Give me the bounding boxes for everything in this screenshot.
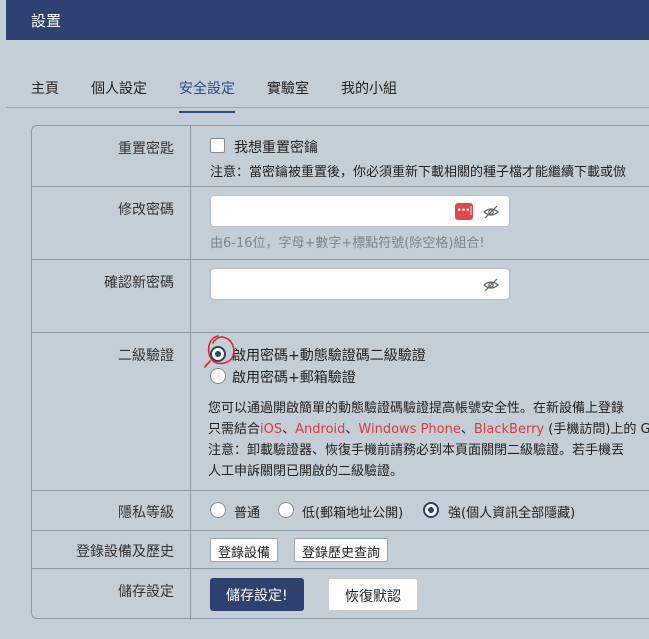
privacy-strong-radio[interactable] [423,502,439,518]
row-content-devices: 登錄設備 登錄歷史查詢 [208,531,649,568]
reset-key-note: 注意：當密鑰被重置後，你必須重新下載相關的種子檔才能繼續下載或倣 [210,165,627,180]
restore-defaults-button[interactable]: 恢復默認 [328,578,418,611]
login-history-button[interactable]: 登錄歷史查詢 [294,538,389,562]
tab-lab[interactable]: 實驗室 [267,78,309,98]
platforms-separator: 、 [460,422,474,437]
confirm-password-input[interactable] [210,268,510,300]
row-label-privacy: 隱私等級 [32,491,191,530]
tab-home[interactable]: 主頁 [31,78,59,98]
platform-link-blackberry[interactable]: BlackBerry [474,422,544,437]
title-bar: 設置 [6,0,649,40]
tab-my-group[interactable]: 我的小組 [341,78,397,98]
row-label-confirm-password: 確認新密碼 [32,260,191,332]
row-privacy: 隱私等級 普通 低(郵箱地址公開) 強(個人資訊全部隱藏) [32,491,649,531]
privacy-low-label[interactable]: 低(郵箱地址公開) [302,502,403,521]
platforms-separator: 、 [282,422,296,437]
platform-link-windows-phone[interactable]: Windows Phone [358,422,460,437]
row-two-factor: 二級驗證 啟用密碼+動態驗證碼二級驗證 啟用密碼+郵箱驗證 您可以通過開啟簡單的… [32,333,649,491]
hide-password-icon[interactable] [483,205,499,219]
row-label-devices: 登錄設備及歷史 [32,531,191,568]
platforms-separator: 、 [345,422,359,437]
row-devices: 登錄設備及歷史 登錄設備 登錄歷史查詢 [32,531,649,569]
two-factor-option-totp-label[interactable]: 啟用密碼+動態驗證碼二級驗證 [232,345,426,365]
row-content-two-factor: 啟用密碼+動態驗證碼二級驗證 啟用密碼+郵箱驗證 您可以通過開啟簡單的動態驗證碼… [208,333,649,490]
two-factor-note: 注意：卸載驗證器、恢復手機前請務必到本頁面關閉二級驗證。若手機丟 [208,443,625,458]
row-content-change-password: •••| 由6-16位，字母+數字+標點符號(除空格)組合! [208,187,649,259]
platform-link-android[interactable]: Android [295,422,345,437]
settings-panel: 重置密匙 我想重置密鑰 注意：當密鑰被重置後，你必須重新下載相關的種子檔才能繼續… [31,125,649,620]
platform-link-ios[interactable]: iOS [260,422,282,437]
hide-password-icon[interactable] [483,278,499,292]
row-save: 儲存設定 儲存設定! 恢復默認 [32,569,649,620]
new-password-input[interactable]: •••| [210,195,510,227]
two-factor-platforms: 只需結合iOS、Android、Windows Phone、BlackBerry… [208,418,649,437]
row-reset-key: 重置密匙 我想重置密鑰 注意：當密鑰被重置後，你必須重新下載相關的種子檔才能繼續… [32,126,649,187]
row-label-change-password: 修改密碼 [32,187,191,259]
row-content-reset-key: 我想重置密鑰 注意：當密鑰被重置後，你必須重新下載相關的種子檔才能繼續下載或倣 [208,126,649,186]
reset-key-checkbox-label[interactable]: 我想重置密鑰 [234,137,318,157]
password-hint: 由6-16位，字母+數字+標點符號(除空格)組合! [210,236,485,251]
platforms-suffix: (手機訪問)上的 G [544,422,649,437]
annotation-circle-icon [204,335,235,368]
row-change-password: 修改密碼 •••| 由6-16位，字母+數字+標點符號(除空格)組合! [32,187,649,260]
row-content-privacy: 普通 低(郵箱地址公開) 強(個人資訊全部隱藏) [208,491,649,530]
window-title: 設置 [31,12,62,30]
row-confirm-password: 確認新密碼 [32,260,649,333]
tab-security-settings[interactable]: 安全設定 [179,78,235,113]
privacy-normal-label[interactable]: 普通 [234,502,260,521]
row-label-reset-key: 重置密匙 [32,126,191,186]
settings-window: 設置 主頁 個人設定 安全設定 實驗室 我的小組 重置密匙 我想重置密鑰 注意：… [6,0,649,639]
save-settings-button[interactable]: 儲存設定! [210,578,304,611]
login-devices-button[interactable]: 登錄設備 [210,538,279,562]
row-content-confirm-password [208,260,649,332]
two-factor-note-cont: 人工申訴關閉已開啟的二級驗證。 [208,464,404,479]
row-label-save: 儲存設定 [32,569,191,620]
two-factor-option-email-label[interactable]: 啟用密碼+郵箱驗證 [232,367,356,387]
password-manager-icon[interactable]: •••| [455,203,473,220]
platforms-prefix: 只需結合 [208,422,261,437]
tab-personal-settings[interactable]: 個人設定 [91,78,147,98]
two-factor-description: 您可以通過開啟簡單的動態驗證碼驗證提高帳號安全性。在新設備上登錄 [208,401,625,416]
reset-key-checkbox[interactable] [210,138,225,153]
privacy-strong-label[interactable]: 強(個人資訊全部隱藏) [448,502,575,521]
row-content-save: 儲存設定! 恢復默認 [208,569,649,620]
privacy-normal-radio[interactable] [210,502,226,518]
tab-bar: 主頁 個人設定 安全設定 實驗室 我的小組 [6,62,649,113]
two-factor-option-email-radio[interactable] [210,368,226,384]
row-label-two-factor: 二級驗證 [32,333,191,490]
privacy-low-radio[interactable] [278,502,294,518]
